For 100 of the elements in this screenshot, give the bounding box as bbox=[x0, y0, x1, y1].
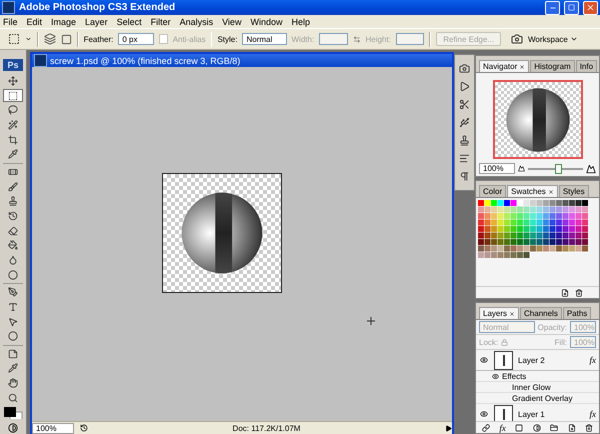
history-brush-tool-icon[interactable] bbox=[8, 210, 18, 221]
caret-icon bbox=[570, 35, 578, 43]
swap-icon[interactable] bbox=[352, 34, 360, 44]
delete-layer-icon[interactable] bbox=[584, 424, 593, 432]
document-title: screw 1.psd @ 100% (finished screw 3, RGB/8) bbox=[50, 56, 240, 66]
feather-label: Feather: bbox=[84, 34, 114, 44]
visibility-toggle[interactable] bbox=[479, 355, 489, 365]
path-selection-tool-icon[interactable] bbox=[8, 316, 18, 327]
document-size-text: Doc: 117.2K/1.07M bbox=[232, 424, 302, 432]
panel-tab[interactable]: Info bbox=[576, 60, 598, 72]
restore-button[interactable] bbox=[564, 0, 579, 14]
menu-item[interactable]: View bbox=[222, 16, 242, 26]
close-icon[interactable] bbox=[519, 64, 526, 70]
restore-icon bbox=[568, 4, 575, 11]
magic-wand-tool-icon[interactable] bbox=[8, 120, 18, 130]
menu-item[interactable]: Filter bbox=[150, 16, 171, 26]
panel-tab[interactable]: Color bbox=[479, 185, 506, 197]
menu-item[interactable]: Image bbox=[51, 16, 76, 26]
crosshair-cursor-icon bbox=[367, 317, 375, 325]
panel-tab[interactable]: Channels bbox=[520, 307, 562, 319]
feather-field[interactable]: 0 px bbox=[118, 33, 154, 45]
type-tool-icon[interactable] bbox=[8, 302, 18, 312]
menu-item[interactable]: Window bbox=[250, 16, 282, 26]
marquee-preset-icon[interactable] bbox=[8, 33, 20, 45]
panel-tab[interactable]: Paths bbox=[562, 307, 592, 319]
effects-label[interactable]: Effects bbox=[502, 372, 526, 380]
panel-tab[interactable]: Navigator bbox=[479, 60, 530, 72]
close-icon bbox=[586, 3, 595, 12]
workspace-button[interactable]: Workspace bbox=[528, 34, 578, 44]
link-layers-icon[interactable] bbox=[482, 424, 490, 432]
panel-tab[interactable]: Styles bbox=[558, 185, 589, 197]
hand-tool-icon[interactable] bbox=[8, 378, 18, 388]
eyedropper-tool-icon[interactable] bbox=[8, 363, 18, 374]
blur-tool-icon[interactable] bbox=[8, 254, 18, 265]
notes-tool-icon[interactable] bbox=[8, 348, 18, 359]
panel-tab[interactable]: Layers bbox=[479, 307, 520, 319]
move-tool-icon[interactable] bbox=[8, 76, 18, 86]
layer-name[interactable]: Layer 2 bbox=[518, 356, 584, 364]
menu-item[interactable]: Analysis bbox=[180, 16, 214, 26]
menu-item[interactable]: Edit bbox=[26, 16, 42, 26]
window-title: Adobe Photoshop CS3 Extended bbox=[19, 2, 176, 13]
effect-item[interactable]: Inner Glow bbox=[512, 382, 551, 392]
lock-label: Lock: bbox=[479, 338, 498, 346]
slider-thumb[interactable] bbox=[555, 164, 562, 174]
lasso-tool-icon[interactable] bbox=[8, 105, 18, 116]
healing-brush-tool-icon[interactable] bbox=[8, 166, 18, 177]
layer-thumbnail bbox=[494, 404, 513, 421]
lock-icon[interactable] bbox=[501, 338, 508, 346]
zoom-out-icon[interactable] bbox=[518, 165, 525, 172]
fill-label: Fill: bbox=[554, 338, 567, 346]
zoom-tool-icon[interactable] bbox=[8, 392, 18, 403]
width-label: Width: bbox=[292, 34, 314, 44]
dropdown-icon[interactable] bbox=[25, 35, 32, 43]
height-label: Height: bbox=[365, 34, 391, 44]
minimize-button[interactable] bbox=[545, 0, 560, 14]
group-icon[interactable] bbox=[550, 424, 558, 432]
crop-tool-icon[interactable] bbox=[8, 134, 18, 145]
pen-tool-icon[interactable] bbox=[8, 287, 18, 298]
panel-tab[interactable]: Swatches bbox=[507, 185, 558, 197]
menu-item[interactable]: File bbox=[3, 16, 18, 26]
new-swatch-icon[interactable] bbox=[561, 288, 569, 296]
zoom-in-icon[interactable] bbox=[586, 164, 596, 174]
ellipse-tool-icon[interactable] bbox=[8, 331, 18, 342]
close-icon[interactable] bbox=[548, 188, 554, 194]
visibility-toggle[interactable] bbox=[479, 409, 489, 419]
new-layer-icon[interactable] bbox=[568, 424, 576, 432]
menu-item[interactable]: Layer bbox=[85, 16, 108, 26]
layer-style-button[interactable]: fx bbox=[499, 422, 506, 432]
app-logo-icon bbox=[2, 1, 15, 14]
height-field[interactable] bbox=[396, 33, 424, 45]
zoom-field[interactable]: 100% bbox=[32, 422, 74, 434]
paint-bucket-tool-icon[interactable] bbox=[8, 240, 18, 250]
eraser-tool-icon[interactable] bbox=[8, 226, 18, 236]
menu-item[interactable]: Select bbox=[116, 16, 142, 26]
close-button[interactable] bbox=[583, 0, 598, 14]
visibility-icon[interactable] bbox=[492, 372, 499, 380]
stamp-tool-icon[interactable] bbox=[8, 196, 18, 206]
fx-label: fx bbox=[590, 355, 596, 365]
adjustment-layer-icon[interactable] bbox=[532, 424, 541, 432]
marquee-tool-icon[interactable] bbox=[8, 90, 18, 101]
brush-tool-icon[interactable] bbox=[8, 182, 18, 192]
style-label: Style: bbox=[217, 34, 238, 44]
status-menu-icon[interactable] bbox=[445, 424, 452, 432]
layer-name[interactable]: Layer 1 bbox=[518, 410, 584, 418]
panel-tab[interactable]: Histogram bbox=[530, 60, 575, 72]
effect-item[interactable]: Gradient Overlay bbox=[512, 394, 572, 402]
document-icon bbox=[34, 54, 47, 67]
fx-label: fx bbox=[590, 409, 596, 419]
style-dropdown[interactable]: Normal bbox=[242, 33, 286, 45]
anti-alias-label: Anti-alias bbox=[172, 34, 206, 44]
screw-head-thumbnail-drawing bbox=[504, 86, 570, 152]
navigator-zoom-field[interactable]: 100% bbox=[479, 163, 515, 174]
close-icon[interactable] bbox=[509, 310, 516, 316]
color-swatches-icon[interactable] bbox=[3, 406, 23, 420]
width-field[interactable] bbox=[319, 33, 348, 45]
delete-icon[interactable] bbox=[575, 288, 583, 296]
opacity-label: Opacity: bbox=[538, 322, 567, 332]
layer-thumbnail bbox=[494, 350, 513, 370]
app-logo: Ps bbox=[3, 59, 23, 71]
menu-item[interactable]: Help bbox=[291, 16, 310, 26]
